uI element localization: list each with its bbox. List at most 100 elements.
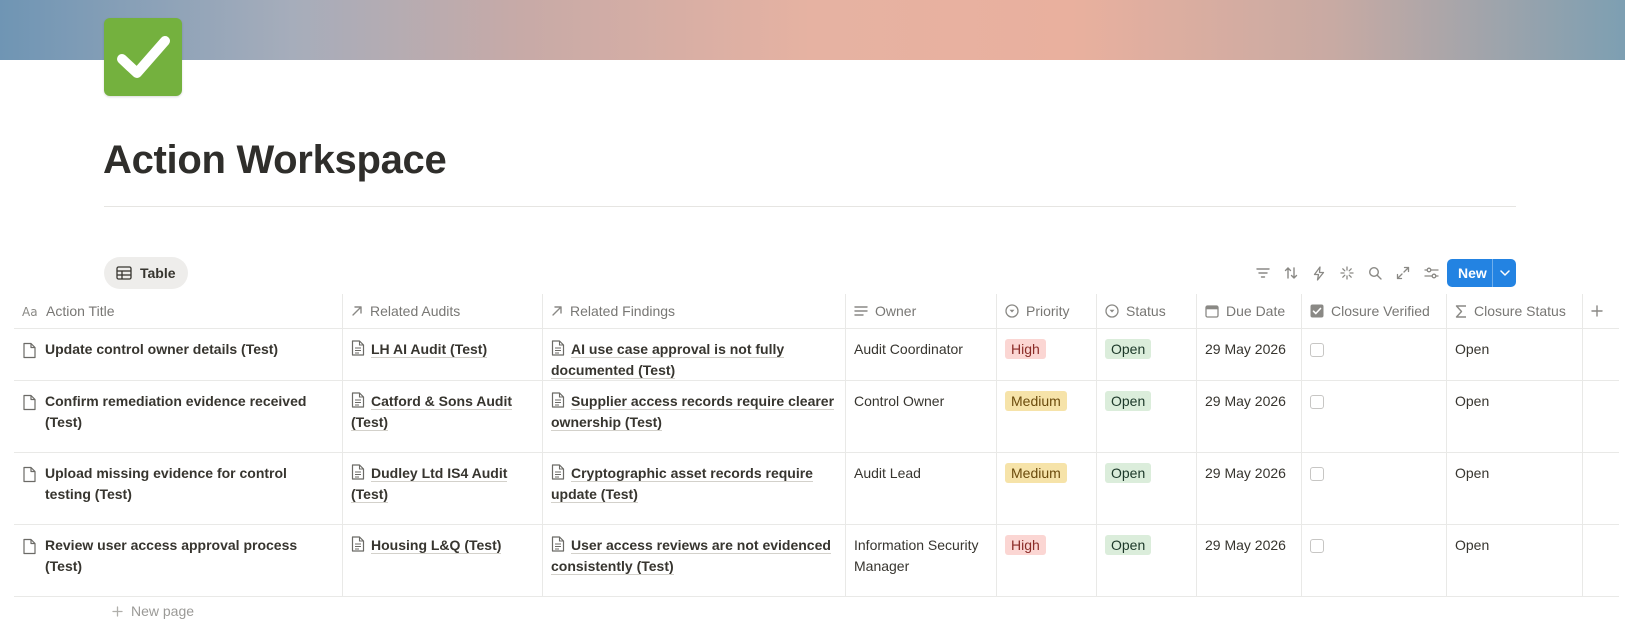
- table-row[interactable]: Review user access approval process (Tes…: [14, 525, 1619, 597]
- calendar-icon: [1205, 305, 1219, 318]
- cell-priority[interactable]: Medium: [997, 453, 1097, 524]
- table-row[interactable]: Confirm remediation evidence received (T…: [14, 381, 1619, 453]
- filter-icon[interactable]: [1249, 258, 1277, 288]
- cell-closure-status: Open: [1447, 453, 1583, 524]
- cell-owner[interactable]: Audit Coordinator: [846, 329, 997, 380]
- column-label: Related Findings: [570, 303, 676, 319]
- related-audit-link[interactable]: LH AI Audit (Test): [371, 341, 488, 358]
- sort-icon[interactable]: [1277, 258, 1305, 288]
- cell-related-findings[interactable]: Supplier access records require clearer …: [543, 381, 846, 452]
- cell-due-date[interactable]: 29 May 2026: [1197, 329, 1302, 380]
- cell-related-findings[interactable]: User access reviews are not evidenced co…: [543, 525, 846, 596]
- tab-table-view[interactable]: Table: [104, 257, 188, 289]
- cell-due-date[interactable]: 29 May 2026: [1197, 381, 1302, 452]
- column-header-related-findings[interactable]: Related Findings: [543, 294, 846, 328]
- cell-empty: [1583, 329, 1619, 380]
- closure-verified-checkbox[interactable]: [1310, 343, 1324, 357]
- page-icon: [551, 392, 571, 409]
- cell-status[interactable]: Open: [1097, 381, 1197, 452]
- column-header-action-title[interactable]: Aa Action Title: [14, 294, 343, 328]
- add-property-button[interactable]: [1583, 294, 1619, 328]
- page-icon: [351, 392, 371, 409]
- due-date-text: 29 May 2026: [1205, 341, 1286, 357]
- owner-text: Control Owner: [854, 393, 945, 409]
- cell-action-title[interactable]: Upload missing evidence for control test…: [14, 453, 343, 524]
- cell-closure-verified: [1302, 453, 1447, 524]
- related-audit-link[interactable]: Dudley Ltd IS4 Audit (Test): [351, 465, 508, 503]
- table-row[interactable]: Upload missing evidence for control test…: [14, 453, 1619, 525]
- new-button-label: New: [1458, 265, 1487, 281]
- cell-due-date[interactable]: 29 May 2026: [1197, 525, 1302, 596]
- settings-icon[interactable]: [1417, 258, 1445, 288]
- related-finding-link[interactable]: Supplier access records require clearer …: [551, 393, 835, 431]
- cell-action-title[interactable]: Confirm remediation evidence received (T…: [14, 381, 343, 452]
- cell-action-title[interactable]: Update control owner details (Test): [14, 329, 343, 380]
- cell-priority[interactable]: Medium: [997, 381, 1097, 452]
- cell-related-audits[interactable]: Dudley Ltd IS4 Audit (Test): [343, 453, 543, 524]
- cell-empty: [1583, 453, 1619, 524]
- ai-icon[interactable]: [1333, 258, 1361, 288]
- status-tag: Open: [1105, 339, 1152, 359]
- cell-related-findings[interactable]: Cryptographic asset records require upda…: [543, 453, 846, 524]
- priority-tag: High: [1005, 535, 1046, 555]
- related-audit-link[interactable]: Catford & Sons Audit (Test): [351, 393, 513, 431]
- cell-closure-verified: [1302, 381, 1447, 452]
- column-header-priority[interactable]: Priority: [997, 294, 1097, 328]
- cell-owner[interactable]: Control Owner: [846, 381, 997, 452]
- status-tag: Open: [1105, 463, 1152, 483]
- cell-action-title[interactable]: Review user access approval process (Tes…: [14, 525, 343, 596]
- new-page-button[interactable]: New page: [112, 603, 194, 619]
- priority-tag: Medium: [1005, 391, 1067, 411]
- checkbox-type-icon: [1310, 304, 1324, 318]
- action-title: Update control owner details (Test): [45, 341, 279, 357]
- column-header-related-audits[interactable]: Related Audits: [343, 294, 543, 328]
- action-title: Review user access approval process (Tes…: [45, 537, 298, 574]
- page-cover: [0, 0, 1625, 60]
- closure-status-text: Open: [1455, 393, 1490, 409]
- column-label: Status: [1126, 303, 1166, 319]
- cell-owner[interactable]: Audit Lead: [846, 453, 997, 524]
- cell-related-audits[interactable]: Catford & Sons Audit (Test): [343, 381, 543, 452]
- plus-icon: [112, 605, 123, 617]
- column-header-owner[interactable]: Owner: [846, 294, 997, 328]
- cell-due-date[interactable]: 29 May 2026: [1197, 453, 1302, 524]
- cell-related-audits[interactable]: Housing L&Q (Test): [343, 525, 543, 596]
- status-tag: Open: [1105, 535, 1152, 555]
- cell-status[interactable]: Open: [1097, 329, 1197, 380]
- column-label: Due Date: [1226, 303, 1286, 319]
- related-finding-link[interactable]: Cryptographic asset records require upda…: [551, 465, 813, 503]
- cell-empty: [1583, 525, 1619, 596]
- cell-owner[interactable]: Information Security Manager: [846, 525, 997, 596]
- cell-status[interactable]: Open: [1097, 525, 1197, 596]
- chevron-down-icon[interactable]: [1493, 270, 1516, 276]
- column-label: Priority: [1026, 303, 1070, 319]
- column-header-closure-status[interactable]: Closure Status: [1447, 294, 1583, 328]
- related-finding-link[interactable]: User access reviews are not evidenced co…: [551, 537, 831, 575]
- cell-status[interactable]: Open: [1097, 453, 1197, 524]
- closure-verified-checkbox[interactable]: [1310, 395, 1324, 409]
- page-title[interactable]: Action Workspace: [103, 138, 447, 183]
- search-icon[interactable]: [1361, 258, 1389, 288]
- cell-related-findings[interactable]: AI use case approval is not fully docume…: [543, 329, 846, 380]
- automation-icon[interactable]: [1305, 258, 1333, 288]
- expand-icon[interactable]: [1389, 258, 1417, 288]
- column-header-status[interactable]: Status: [1097, 294, 1197, 328]
- related-audit-link[interactable]: Housing L&Q (Test): [371, 537, 502, 554]
- column-header-closure-verified[interactable]: Closure Verified: [1302, 294, 1447, 328]
- action-title: Confirm remediation evidence received (T…: [45, 393, 307, 430]
- column-header-due-date[interactable]: Due Date: [1197, 294, 1302, 328]
- cell-related-audits[interactable]: LH AI Audit (Test): [343, 329, 543, 380]
- new-button[interactable]: New: [1447, 259, 1516, 287]
- closure-verified-checkbox[interactable]: [1310, 539, 1324, 553]
- closure-verified-checkbox[interactable]: [1310, 467, 1324, 481]
- select-type-icon: [1005, 304, 1019, 318]
- cell-priority[interactable]: High: [997, 329, 1097, 380]
- column-label: Action Title: [46, 303, 115, 319]
- cell-priority[interactable]: High: [997, 525, 1097, 596]
- view-toolbar: [1249, 258, 1445, 288]
- related-finding-link[interactable]: AI use case approval is not fully docume…: [551, 341, 785, 379]
- table-body: Update control owner details (Test) LH AI…: [14, 329, 1619, 597]
- table-row[interactable]: Update control owner details (Test) LH AI…: [14, 329, 1619, 381]
- owner-text: Audit Coordinator: [854, 341, 963, 357]
- check-mark-icon[interactable]: [104, 18, 182, 96]
